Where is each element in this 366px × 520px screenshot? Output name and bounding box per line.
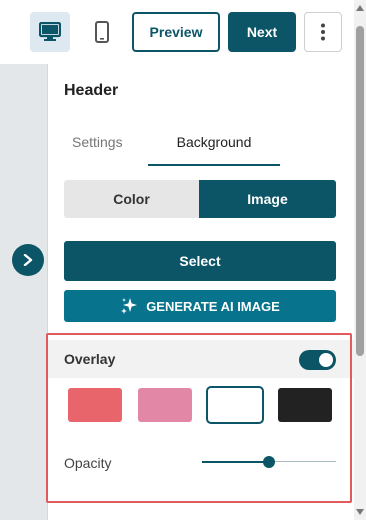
tab-background[interactable]: Background	[148, 134, 280, 150]
sparkle-icon	[121, 298, 138, 314]
select-image-button[interactable]: Select	[64, 241, 336, 281]
mobile-view-button[interactable]	[82, 12, 122, 52]
panel-title: Header	[64, 82, 119, 99]
opacity-label: Opacity	[64, 455, 112, 471]
overlay-toggle[interactable]	[299, 350, 336, 370]
scrollbar-thumb[interactable]	[356, 26, 364, 356]
desktop-icon	[39, 22, 61, 41]
tab-settings[interactable]: Settings	[72, 134, 123, 150]
opacity-slider-thumb[interactable]	[263, 456, 275, 468]
active-tab-indicator	[148, 164, 280, 166]
overlay-swatch-red[interactable]	[68, 388, 122, 422]
overlay-swatch-white[interactable]	[206, 386, 264, 424]
arrow-down-icon	[356, 509, 364, 515]
overlay-header: Overlay	[48, 340, 354, 378]
opacity-slider[interactable]	[202, 450, 336, 474]
image-option-button[interactable]: Image	[199, 180, 336, 218]
scroll-up-arrow[interactable]	[354, 2, 366, 14]
desktop-view-button[interactable]	[30, 12, 70, 52]
opacity-slider-fill	[202, 461, 269, 463]
mobile-icon	[95, 21, 109, 43]
scroll-down-arrow[interactable]	[354, 506, 366, 518]
expand-panel-button[interactable]	[12, 244, 44, 276]
overlay-swatch-black[interactable]	[278, 388, 332, 422]
opacity-slider-track	[269, 461, 336, 462]
more-vertical-icon	[321, 23, 325, 41]
preview-button[interactable]: Preview	[132, 12, 220, 52]
background-type-toggle: Color Image	[64, 180, 336, 218]
next-button[interactable]: Next	[228, 12, 296, 52]
scrollbar[interactable]	[354, 0, 366, 520]
toggle-knob	[319, 353, 333, 367]
chevron-right-icon	[23, 254, 33, 266]
top-toolbar: Preview Next	[0, 0, 366, 64]
color-option-button[interactable]: Color	[64, 180, 199, 218]
canvas-preview-strip	[0, 64, 48, 520]
overlay-swatch-pink[interactable]	[138, 388, 192, 422]
overlay-section: Overlay Opacity	[48, 332, 354, 504]
generate-ai-image-label: GENERATE AI IMAGE	[146, 298, 280, 314]
generate-ai-image-button[interactable]: GENERATE AI IMAGE	[64, 290, 336, 322]
arrow-up-icon	[356, 5, 364, 11]
overlay-title: Overlay	[64, 351, 116, 367]
more-options-button[interactable]	[304, 12, 342, 52]
settings-panel: Header Settings Background Color Image S…	[48, 64, 354, 520]
